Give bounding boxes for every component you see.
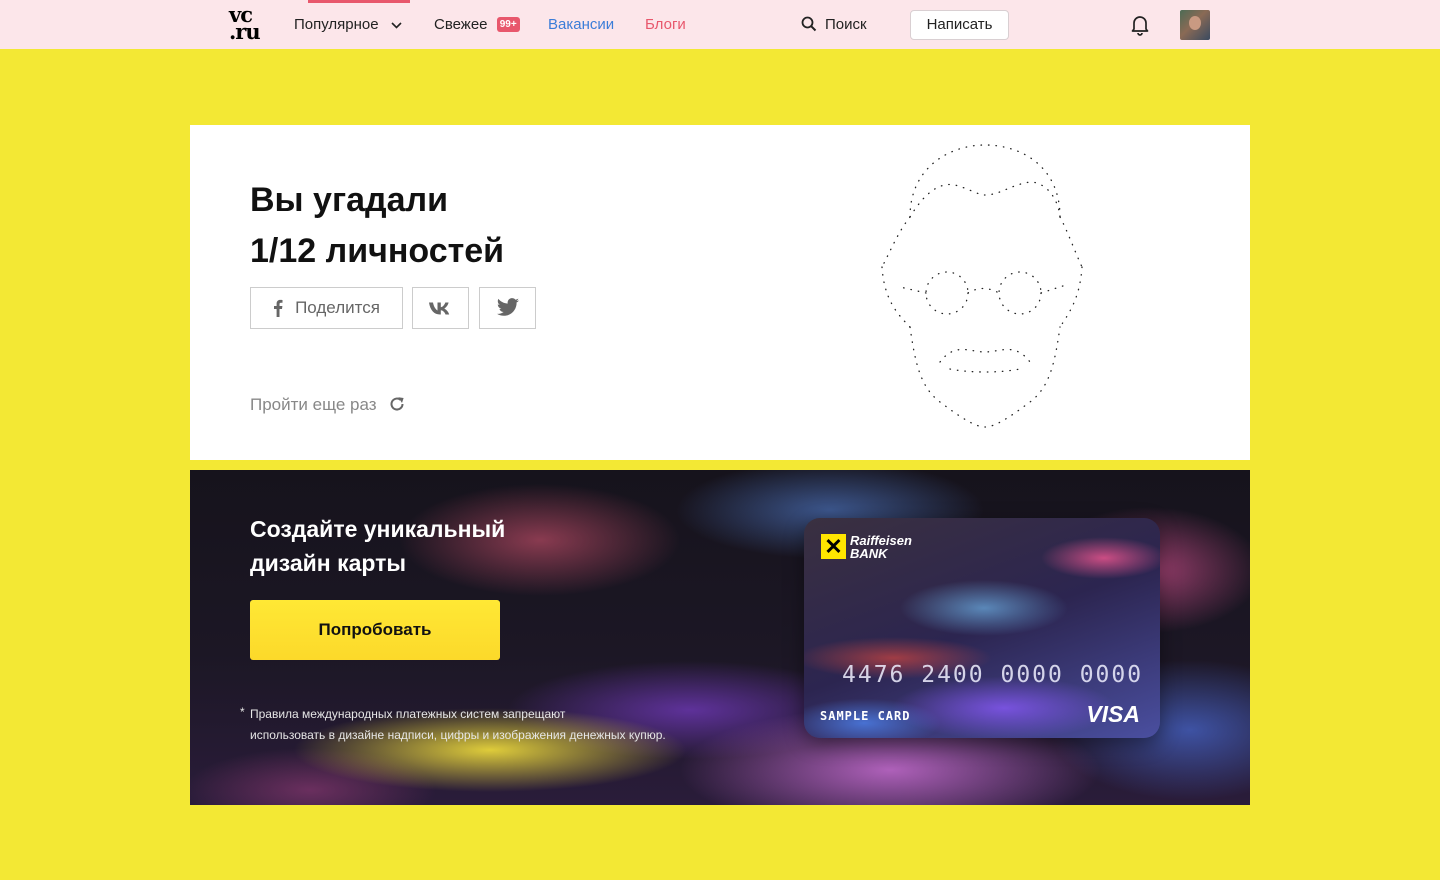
try-button[interactable]: Попробовать (250, 600, 500, 660)
nav-blogs[interactable]: Блоги (645, 0, 686, 49)
promo-disclaimer: * Правила международных платежных систем… (240, 704, 710, 746)
fresh-count-badge: 99+ (496, 17, 520, 32)
search-icon (801, 16, 817, 32)
raiffeisen-mark-icon: ✕ (821, 534, 846, 559)
site-logo[interactable]: vc .ru (229, 4, 267, 44)
promo-title-line1: Создайте уникальный (250, 516, 506, 542)
chevron-down-icon (391, 21, 402, 29)
share-twitter-button[interactable] (479, 287, 536, 329)
result-title: Вы угадали 1/12 личностей (250, 175, 504, 277)
quiz-result-card: Вы угадали 1/12 личностей Поделится Прой… (190, 125, 1250, 460)
disclaimer-line1: Правила международных платежных систем з… (250, 707, 566, 721)
bank-name: Raiffeisen BANK (850, 534, 912, 560)
bank-name-line2: BANK (850, 546, 888, 561)
card-design-promo-banner: Создайте уникальный дизайн карты Попробо… (190, 470, 1250, 805)
nav-popular-dropdown[interactable]: Популярное (294, 0, 410, 49)
share-facebook-label: Поделится (295, 298, 380, 317)
disclaimer-asterisk: * (240, 705, 245, 719)
nav-fresh[interactable]: Свежее 99+ (434, 0, 520, 49)
sample-bank-card: ✕ Raiffeisen BANK 4476 2400 0000 0000 SA… (804, 518, 1160, 738)
bell-icon[interactable] (1130, 14, 1150, 36)
search-button[interactable]: Поиск (801, 0, 867, 49)
refresh-icon (390, 397, 404, 411)
nav-fresh-label: Свежее (434, 16, 488, 33)
raiffeisen-logo: ✕ Raiffeisen BANK (821, 534, 912, 560)
facebook-icon (274, 299, 283, 317)
write-post-button[interactable]: Написать (910, 10, 1009, 40)
result-title-line2: 1/12 личностей (250, 232, 505, 270)
logo-text-bottom: .ru (229, 19, 261, 44)
sample-card-label: SAMPLE CARD (820, 709, 911, 723)
result-title-line1: Вы угадали (250, 181, 449, 219)
visa-logo: VISA (1086, 701, 1140, 727)
promo-title-line2: дизайн карты (250, 550, 407, 576)
nav-popular-label: Популярное (294, 16, 379, 33)
card-number: 4476 2400 0000 0000 (842, 662, 1144, 688)
share-vk-button[interactable] (412, 287, 469, 329)
search-label: Поиск (825, 16, 867, 33)
twitter-icon (496, 298, 519, 316)
share-facebook-button[interactable]: Поделится (250, 287, 403, 329)
user-avatar[interactable] (1180, 10, 1210, 40)
promo-title: Создайте уникальный дизайн карты (250, 512, 505, 580)
retry-label: Пройти еще раз (250, 395, 377, 414)
retry-quiz-link[interactable]: Пройти еще раз (250, 395, 405, 415)
nav-jobs[interactable]: Вакансии (548, 0, 614, 49)
face-outline-icon (881, 144, 1083, 428)
disclaimer-line2: использовать в дизайне надписи, цифры и … (250, 728, 666, 742)
top-navbar: vc .ru Популярное Свежее 99+ Вакансии Бл… (0, 0, 1440, 49)
vk-icon (428, 302, 449, 314)
